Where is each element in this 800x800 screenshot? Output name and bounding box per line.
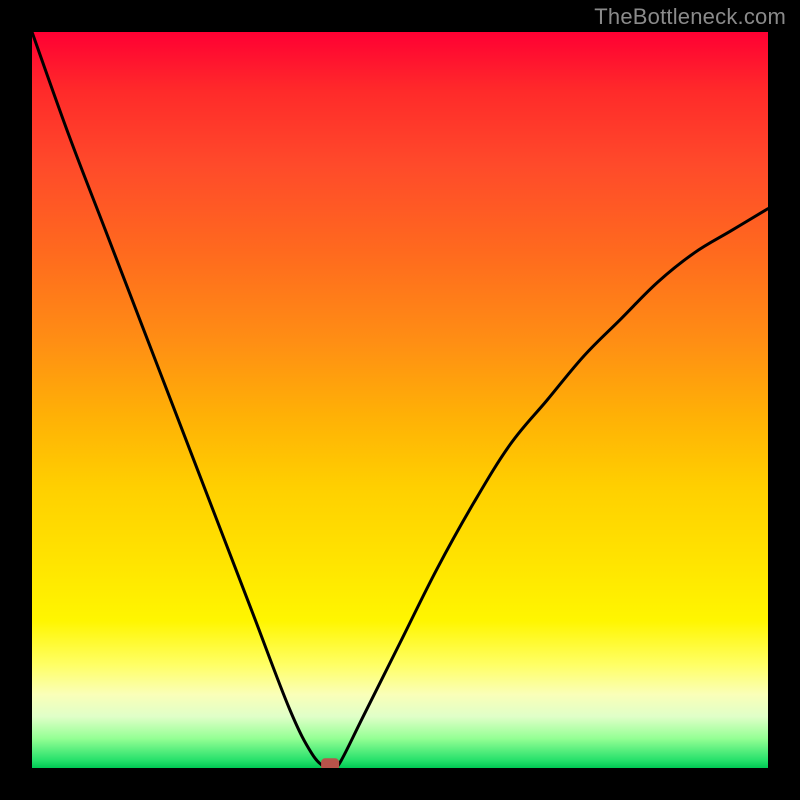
chart-frame: TheBottleneck.com (0, 0, 800, 800)
min-marker (321, 758, 339, 768)
watermark-text: TheBottleneck.com (594, 4, 786, 30)
bottleneck-curve (32, 32, 768, 768)
plot-area (32, 32, 768, 768)
chart-svg (32, 32, 768, 768)
